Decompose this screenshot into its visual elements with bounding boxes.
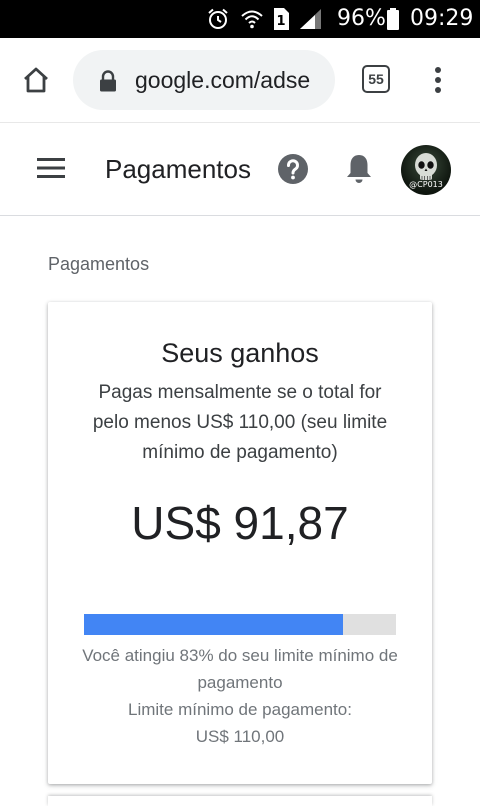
- main-menu-button[interactable]: [34, 153, 68, 183]
- progress-bar-fill: [84, 614, 343, 635]
- home-icon: [24, 67, 48, 93]
- tab-switcher-button[interactable]: 55: [362, 65, 390, 93]
- lock-icon: [100, 70, 116, 92]
- card-title: Seus ganhos: [161, 338, 319, 368]
- card-description: Pagas mensalmente se o total for pelo me…: [92, 382, 388, 463]
- more-vertical-icon: [435, 67, 441, 93]
- threshold-info: Limite mínimo de pagamento: US$ 110,00: [72, 696, 408, 750]
- signal-icon: [298, 0, 324, 38]
- notifications-button[interactable]: [343, 152, 375, 186]
- help-button[interactable]: [277, 153, 309, 185]
- address-bar[interactable]: google.com/adse: [73, 50, 335, 110]
- avatar[interactable]: @CP013: [401, 145, 451, 195]
- progress-bar: [84, 614, 396, 635]
- battery-icon: [386, 0, 400, 38]
- app-header: Pagamentos @CP013: [0, 123, 480, 216]
- threshold-value: US$ 110,00: [195, 727, 285, 746]
- browser-menu-button[interactable]: [424, 60, 452, 100]
- sim-icon: 1: [271, 0, 291, 38]
- sim-label: 1: [276, 14, 285, 29]
- main-content: Pagamentos Seus ganhos Pagas mensalmente…: [0, 216, 480, 806]
- earnings-card: Seus ganhos Pagas mensalmente se o total…: [48, 302, 432, 784]
- clock: 09:29: [410, 6, 474, 31]
- page-title: Pagamentos: [105, 154, 251, 184]
- home-button[interactable]: [14, 58, 58, 102]
- earnings-amount: US$ 91,87: [131, 497, 349, 549]
- battery-percent: 96%: [337, 6, 386, 31]
- bell-icon: [347, 155, 371, 183]
- wifi-icon: [240, 0, 264, 38]
- hamburger-icon: [37, 158, 65, 178]
- help-icon: [278, 154, 308, 184]
- progress-text: Você atingiu 83% do seu limite mínimo de…: [82, 646, 398, 692]
- next-card: [48, 796, 432, 806]
- status-bar: 1 96% 09:29: [0, 0, 480, 38]
- url-text: google.com/adse: [135, 67, 311, 93]
- breadcrumb[interactable]: Pagamentos: [48, 254, 149, 275]
- browser-toolbar: google.com/adse 55: [0, 38, 480, 123]
- alarm-icon: [206, 0, 230, 38]
- threshold-label: Limite mínimo de pagamento:: [128, 700, 352, 719]
- avatar-label: @CP013: [409, 180, 443, 189]
